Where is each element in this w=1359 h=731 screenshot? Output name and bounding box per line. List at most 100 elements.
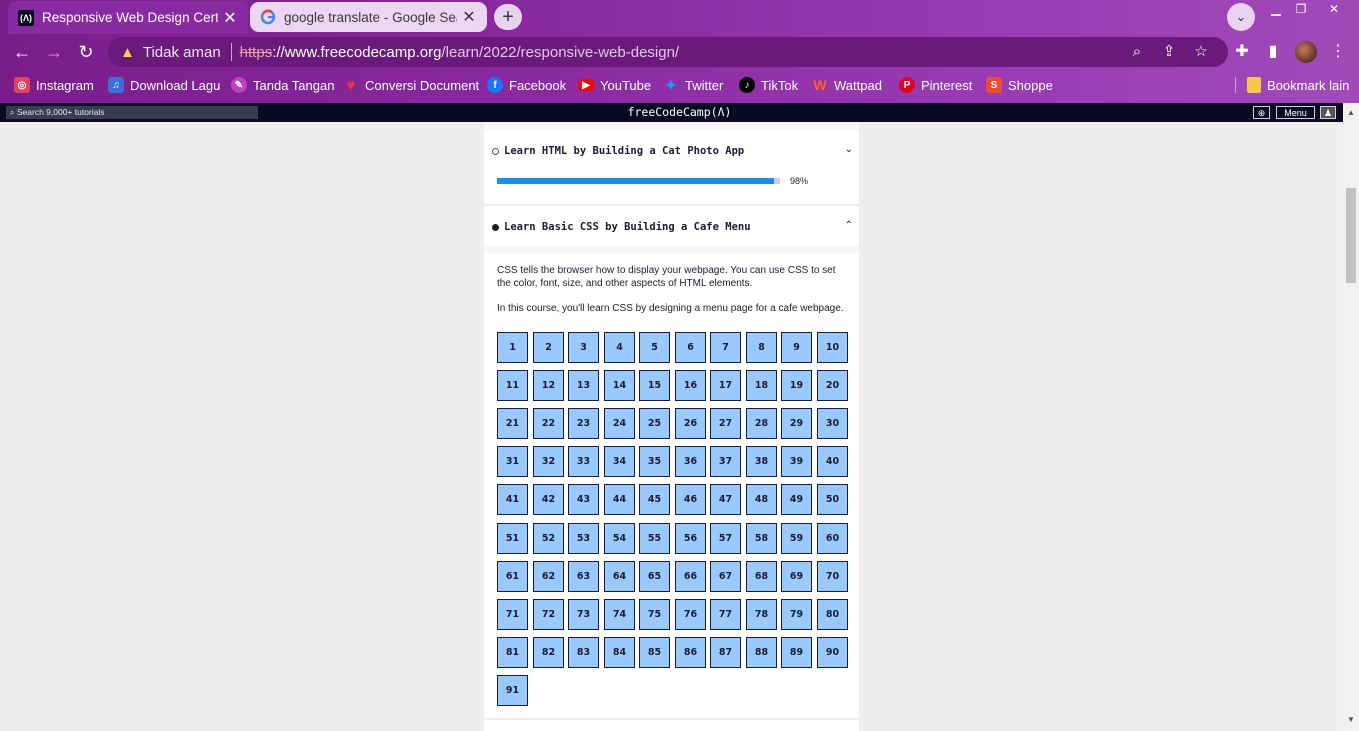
block-header[interactable]: Learn Basic CSS by Building a Cafe Menu …	[484, 206, 859, 246]
bookmark-conversi-document[interactable]: ♥ Conversi Document	[343, 74, 480, 96]
step-button[interactable]: 84	[604, 637, 635, 668]
step-button[interactable]: 4	[604, 332, 635, 363]
step-button[interactable]: 71	[497, 599, 528, 630]
step-button[interactable]: 2	[533, 332, 564, 363]
step-button[interactable]: 87	[710, 637, 741, 668]
step-button[interactable]: 67	[710, 561, 741, 592]
step-button[interactable]: 5	[639, 332, 670, 363]
step-button[interactable]: 38	[746, 446, 777, 477]
step-button[interactable]: 49	[781, 484, 812, 515]
step-button[interactable]: 19	[781, 370, 812, 401]
step-button[interactable]: 16	[675, 370, 706, 401]
step-button[interactable]: 91	[497, 675, 528, 706]
step-button[interactable]: 35	[639, 446, 670, 477]
bookmark-youtube[interactable]: ▶ YouTube	[578, 74, 651, 96]
address-bar[interactable]: ▲ Tidak aman https://www.freecodecamp.or…	[108, 37, 1228, 67]
step-button[interactable]: 30	[817, 408, 848, 439]
step-button[interactable]: 61	[497, 561, 528, 592]
step-button[interactable]: 51	[497, 523, 528, 554]
minimize-icon[interactable]: ▁	[1262, 0, 1290, 18]
step-button[interactable]: 3	[568, 332, 599, 363]
step-button[interactable]: 6	[675, 332, 706, 363]
step-button[interactable]: 11	[497, 370, 528, 401]
step-button[interactable]: 25	[639, 408, 670, 439]
bookmark-download-lagu[interactable]: ♫ Download Lagu	[108, 74, 220, 96]
step-button[interactable]: 82	[533, 637, 564, 668]
security-status[interactable]: Tidak aman	[143, 44, 221, 61]
step-button[interactable]: 34	[604, 446, 635, 477]
step-button[interactable]: 86	[675, 637, 706, 668]
step-button[interactable]: 32	[533, 446, 564, 477]
step-button[interactable]: 13	[568, 370, 599, 401]
scroll-down-icon[interactable]: ▼	[1343, 713, 1359, 727]
bookmark-pinterest[interactable]: P Pinterest	[899, 74, 972, 96]
step-button[interactable]: 14	[604, 370, 635, 401]
step-button[interactable]: 48	[746, 484, 777, 515]
step-button[interactable]: 77	[710, 599, 741, 630]
step-button[interactable]: 74	[604, 599, 635, 630]
step-button[interactable]: 20	[817, 370, 848, 401]
step-button[interactable]: 29	[781, 408, 812, 439]
scroll-thumb[interactable]	[1346, 188, 1356, 283]
bookmark-shoppe[interactable]: S Shoppe	[986, 74, 1053, 96]
step-button[interactable]: 33	[568, 446, 599, 477]
step-button[interactable]: 28	[746, 408, 777, 439]
step-button[interactable]: 69	[781, 561, 812, 592]
step-button[interactable]: 10	[817, 332, 848, 363]
scroll-up-icon[interactable]: ▲	[1343, 106, 1359, 120]
bookmark-other[interactable]: Bookmark lain	[1247, 74, 1349, 96]
step-button[interactable]: 75	[639, 599, 670, 630]
step-button[interactable]: 73	[568, 599, 599, 630]
menu-button[interactable]: Menu	[1276, 106, 1315, 119]
step-button[interactable]: 62	[533, 561, 564, 592]
bookmark-tiktok[interactable]: ♪ TikTok	[739, 74, 798, 96]
step-button[interactable]: 64	[604, 561, 635, 592]
user-avatar-icon[interactable]: ♟	[1320, 106, 1336, 119]
step-button[interactable]: 39	[781, 446, 812, 477]
bookmark-facebook[interactable]: f Facebook	[487, 74, 566, 96]
step-button[interactable]: 37	[710, 446, 741, 477]
step-button[interactable]: 40	[817, 446, 848, 477]
step-button[interactable]: 83	[568, 637, 599, 668]
step-button[interactable]: 50	[817, 484, 848, 515]
step-button[interactable]: 88	[746, 637, 777, 668]
step-button[interactable]: 27	[710, 408, 741, 439]
step-button[interactable]: 31	[497, 446, 528, 477]
step-button[interactable]: 17	[710, 370, 741, 401]
step-button[interactable]: 57	[710, 523, 741, 554]
step-button[interactable]: 21	[497, 408, 528, 439]
scrollbar[interactable]: ▲ ▼	[1343, 103, 1359, 731]
step-button[interactable]: 60	[817, 523, 848, 554]
share-icon[interactable]: ⇪	[1159, 42, 1179, 62]
step-button[interactable]: 59	[781, 523, 812, 554]
step-button[interactable]: 55	[639, 523, 670, 554]
bookmark-wattpad[interactable]: W Wattpad	[812, 74, 882, 96]
step-button[interactable]: 41	[497, 484, 528, 515]
step-button[interactable]: 78	[746, 599, 777, 630]
step-button[interactable]: 81	[497, 637, 528, 668]
step-button[interactable]: 1	[497, 332, 528, 363]
forward-arrow-icon[interactable]: →	[42, 40, 66, 64]
step-button[interactable]: 58	[746, 523, 777, 554]
step-button[interactable]: 15	[639, 370, 670, 401]
step-button[interactable]: 89	[781, 637, 812, 668]
star-icon[interactable]: ☆	[1191, 42, 1211, 62]
step-button[interactable]: 68	[746, 561, 777, 592]
reload-icon[interactable]: ↻	[74, 40, 98, 64]
step-button[interactable]: 56	[675, 523, 706, 554]
step-button[interactable]: 79	[781, 599, 812, 630]
step-button[interactable]: 24	[604, 408, 635, 439]
step-button[interactable]: 76	[675, 599, 706, 630]
step-button[interactable]: 44	[604, 484, 635, 515]
step-button[interactable]: 72	[533, 599, 564, 630]
step-button[interactable]: 23	[568, 408, 599, 439]
side-panel-icon[interactable]: ▮	[1263, 42, 1283, 62]
step-button[interactable]: 52	[533, 523, 564, 554]
step-button[interactable]: 80	[817, 599, 848, 630]
step-button[interactable]: 26	[675, 408, 706, 439]
step-button[interactable]: 45	[639, 484, 670, 515]
close-tab-icon[interactable]: ✕	[461, 7, 477, 27]
step-button[interactable]: 42	[533, 484, 564, 515]
step-button[interactable]: 7	[710, 332, 741, 363]
bookmark-twitter[interactable]: ✦ Twitter	[663, 74, 723, 96]
